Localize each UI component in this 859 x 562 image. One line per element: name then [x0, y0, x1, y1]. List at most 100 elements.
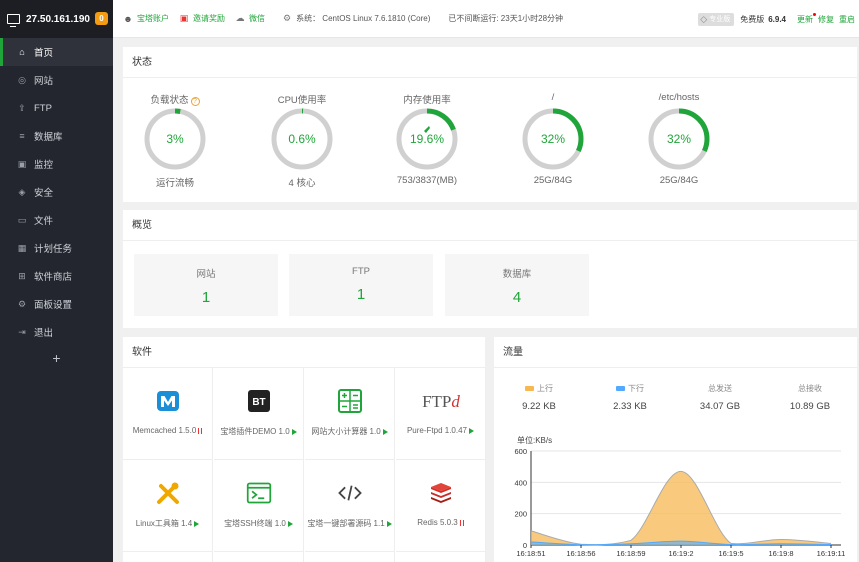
diamond-icon: ◇ [700, 13, 708, 24]
wechat-link[interactable]: ☁ 微信 [235, 13, 266, 24]
stopped-icon[interactable] [198, 428, 203, 434]
gauge-0[interactable]: 负载状态? 3% 运行流畅 [130, 78, 220, 189]
legend-swatch [525, 386, 534, 391]
gauge-value: 32% [667, 132, 691, 146]
traffic-stat-label: 下行 [585, 383, 675, 394]
gauge-label-text: /etc/hosts [658, 92, 700, 103]
software-item-1[interactable]: BT 宝塔插件DEMO 1.0 [214, 368, 304, 460]
running-icon[interactable] [469, 428, 475, 434]
overview-card-0[interactable]: 网站 1 [134, 254, 278, 316]
notification-badge[interactable]: 0 [95, 12, 108, 25]
overview-card-1[interactable]: FTP 1 [289, 254, 433, 316]
gauge-value: 0.6% [288, 132, 316, 146]
overview-card-2[interactable]: 数据库 4 [445, 254, 589, 316]
overview-card-value: 1 [201, 289, 211, 306]
running-icon[interactable] [291, 429, 297, 435]
overview-card-label: 网站 [196, 269, 216, 280]
pro-label: 专业版 [709, 16, 731, 23]
traffic-title: 流量 [494, 337, 857, 368]
server-header[interactable]: 27.50.161.190 0 [0, 0, 113, 38]
system-info: ⚙ 系统： CentOS Linux 7.6.1810 (Core) [283, 13, 430, 24]
gift-icon: ▣ [179, 13, 189, 23]
calculator-icon [337, 388, 363, 414]
sidebar-item-8[interactable]: ⊞ 软件商店 [0, 262, 113, 290]
traffic-stat-label: 总发送 [675, 383, 765, 394]
gauge-4[interactable]: /etc/hosts 32% 25G/84G [634, 78, 724, 186]
sidebar-item-10[interactable]: ⇥ 退出 [0, 318, 113, 346]
software-item-name: Memcached 1.5.0 [123, 426, 212, 435]
pro-badge[interactable]: ◇ 专业版 [698, 12, 735, 26]
traffic-stat-label-text: 上行 [537, 384, 553, 393]
software-item-2[interactable]: 网站大小计算器 1.0 [305, 368, 395, 460]
traffic-stat-label-text: 总发送 [708, 384, 732, 393]
software-item-0[interactable]: Memcached 1.5.0 [123, 368, 213, 460]
software-name-text: 宝塔插件DEMO 1.0 [220, 427, 290, 436]
x-tick-label: 16:18:56 [566, 549, 595, 558]
folder-icon: ▭ [17, 214, 27, 225]
software-item-3[interactable]: FTPd Pure-Ftpd 1.0.47 [396, 368, 486, 460]
stopped-icon[interactable] [459, 520, 464, 526]
running-icon[interactable] [287, 521, 293, 527]
home-icon: ⌂ [19, 47, 25, 57]
gauge-label-text: 内存使用率 [403, 95, 451, 106]
restart-link[interactable]: 重启 [839, 14, 855, 25]
traffic-stat-label-text: 总接收 [798, 384, 822, 393]
code-icon [337, 480, 363, 506]
sidebar-item-7[interactable]: ▦ 计划任务 [0, 234, 113, 262]
add-menu-button[interactable]: + [0, 350, 113, 366]
sidebar-item-6[interactable]: ▭ 文件 [0, 206, 113, 234]
running-icon[interactable] [194, 521, 200, 527]
running-icon[interactable] [386, 521, 392, 527]
sidebar-item-1[interactable]: ◎ 网站 [0, 66, 113, 94]
software-item-name: 网站大小计算器 1.0 [305, 426, 394, 437]
overview-card-label: 数据库 [502, 269, 532, 280]
account-link[interactable]: ☻ 宝塔账户 [123, 13, 169, 24]
gauge-sub: 4 核心 [288, 178, 316, 189]
software-item-4[interactable]: Linux工具箱 1.4 [123, 460, 213, 552]
ftp-icon: ⇪ [18, 102, 26, 113]
uptime-info: 已不间断运行: 23天1小时28分钟 [448, 14, 564, 23]
sidebar-item-4[interactable]: ▣ 监控 [0, 150, 113, 178]
software-item-6[interactable]: 宝塔一键部署源码 1.1 [305, 460, 395, 552]
overview-card-value: 4 [512, 289, 522, 306]
traffic-stat-label: 上行 [494, 383, 584, 394]
repair-link[interactable]: 修复 [818, 14, 834, 25]
x-tick-label: 16:18:59 [616, 549, 645, 558]
gauge-sub: 753/3837(MB) [396, 175, 458, 186]
sidebar-item-3[interactable]: ≡ 数据库 [0, 122, 113, 150]
overview-card-label: FTP [352, 266, 370, 277]
sidebar-item-label: 网站 [34, 76, 54, 87]
invite-link[interactable]: ▣ 邀请奖励 [179, 13, 225, 24]
software-item-5[interactable]: 宝塔SSH终端 1.0 [214, 460, 304, 552]
monitor-icon: ▣ [17, 158, 27, 169]
help-icon[interactable]: ? [190, 97, 200, 106]
gauge-2[interactable]: 内存使用率 19.6% 753/3837(MB) [382, 78, 472, 186]
sidebar-item-label: 监控 [34, 160, 54, 171]
sidebar-item-label: FTP [34, 102, 52, 114]
gauge-3[interactable]: / 32% 25G/84G [508, 78, 598, 186]
overview-card-value: 1 [356, 286, 366, 303]
gauge-label: 负载状态? [130, 92, 220, 106]
update-link[interactable]: 更新 [797, 12, 816, 25]
gauge-label: /etc/hosts [634, 92, 724, 104]
software-item-name: Pure-Ftpd 1.0.47 [396, 426, 485, 435]
edition-label: 免费版 [740, 14, 765, 24]
traffic-panel: 流量 上行 9.22 KB 下行 2.33 KB 总发送 34.07 GB 总接收 10.89… [494, 337, 857, 562]
sidebar-item-2[interactable]: ⇪ FTP [0, 94, 113, 122]
calendar-icon: ▦ [17, 242, 27, 253]
sidebar-item-0[interactable]: ⌂ 首页 [0, 38, 113, 66]
bt-demo-icon: BT [246, 388, 272, 414]
version-label: 6.9.4 [768, 14, 786, 24]
software-name-text: Linux工具箱 1.4 [135, 519, 193, 528]
sidebar-item-9[interactable]: ⚙ 面板设置 [0, 290, 113, 318]
software-item-7[interactable]: Redis 5.0.3 [396, 460, 486, 552]
overview-panel: 概览 网站 1 FTP 1 数据库 4 [123, 210, 857, 328]
apps-icon: ⊞ [18, 270, 26, 281]
gauge-value: 32% [541, 132, 565, 146]
sidebar-item-label: 计划任务 [34, 244, 73, 255]
gauge-1[interactable]: CPU使用率 0.6% 4 核心 [257, 78, 347, 189]
sidebar-item-5[interactable]: ◈ 安全 [0, 178, 113, 206]
x-tick-label: 16:19:8 [768, 549, 793, 558]
running-icon[interactable] [382, 429, 388, 435]
server-ip: 27.50.161.190 [26, 13, 90, 25]
